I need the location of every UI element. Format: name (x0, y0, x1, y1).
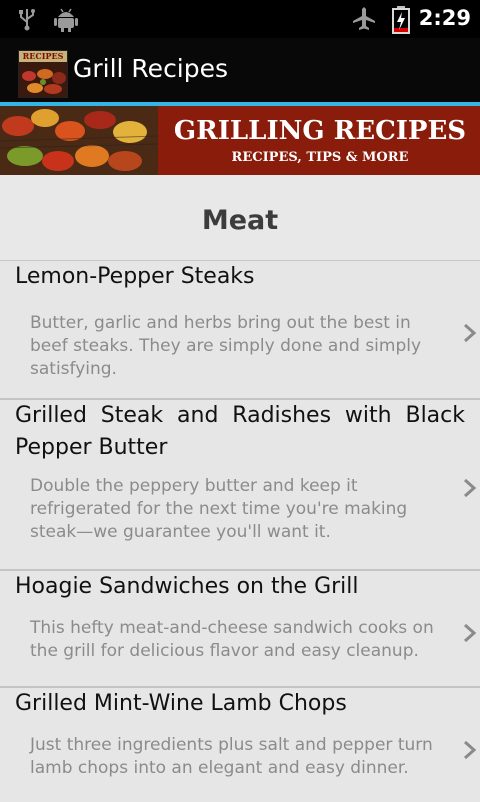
airplane-mode-icon (352, 6, 376, 36)
list-item[interactable]: Grilled Mint-Wine Lamb Chops Just three … (0, 688, 480, 802)
banner-title: GRILLING RECIPES (173, 116, 467, 146)
app-title: Grill Recipes (73, 54, 229, 83)
recipe-title: Grilled Steak and Radishes with Black Pe… (15, 403, 465, 460)
recipe-title: Hoagie Sandwiches on the Grill (15, 574, 359, 599)
recipe-description: Double the peppery butter and keep it re… (30, 476, 408, 542)
status-time: 2:29 (418, 6, 471, 30)
recipe-title: Lemon-Pepper Steaks (15, 264, 255, 289)
recipe-description: Just three ingredients plus salt and pep… (30, 735, 433, 778)
recipe-list[interactable]: Lemon-Pepper Steaks Butter, garlic and h… (0, 261, 480, 802)
usb-icon (16, 6, 38, 36)
recipe-description: Butter, garlic and herbs bring out the b… (30, 313, 422, 379)
recipe-description: This hefty meat-and-cheese sandwich cook… (30, 618, 434, 661)
banner-subtitle: RECIPES, TIPS & MORE (231, 150, 409, 165)
list-item[interactable]: Grilled Steak and Radishes with Black Pe… (0, 400, 480, 571)
section-header: Meat (0, 175, 480, 261)
banner-food-image (0, 106, 158, 175)
recipe-title: Grilled Mint-Wine Lamb Chops (15, 691, 347, 716)
app-icon[interactable]: RECIPES (18, 50, 68, 98)
list-item[interactable]: Lemon-Pepper Steaks Butter, garlic and h… (0, 261, 480, 400)
android-debug-icon (54, 6, 78, 36)
chevron-right-icon (464, 623, 477, 643)
list-item[interactable]: Hoagie Sandwiches on the Grill This heft… (0, 571, 480, 688)
chevron-right-icon (464, 478, 477, 498)
ad-banner[interactable]: GRILLING RECIPES RECIPES, TIPS & MORE (0, 106, 480, 175)
chevron-right-icon (464, 323, 477, 343)
action-bar: RECIPES Grill Recipes (0, 38, 480, 106)
app-icon-label: RECIPES (19, 51, 67, 62)
status-bar: 2:29 (0, 0, 480, 38)
battery-charging-icon (391, 6, 411, 38)
chevron-right-icon (464, 740, 477, 760)
